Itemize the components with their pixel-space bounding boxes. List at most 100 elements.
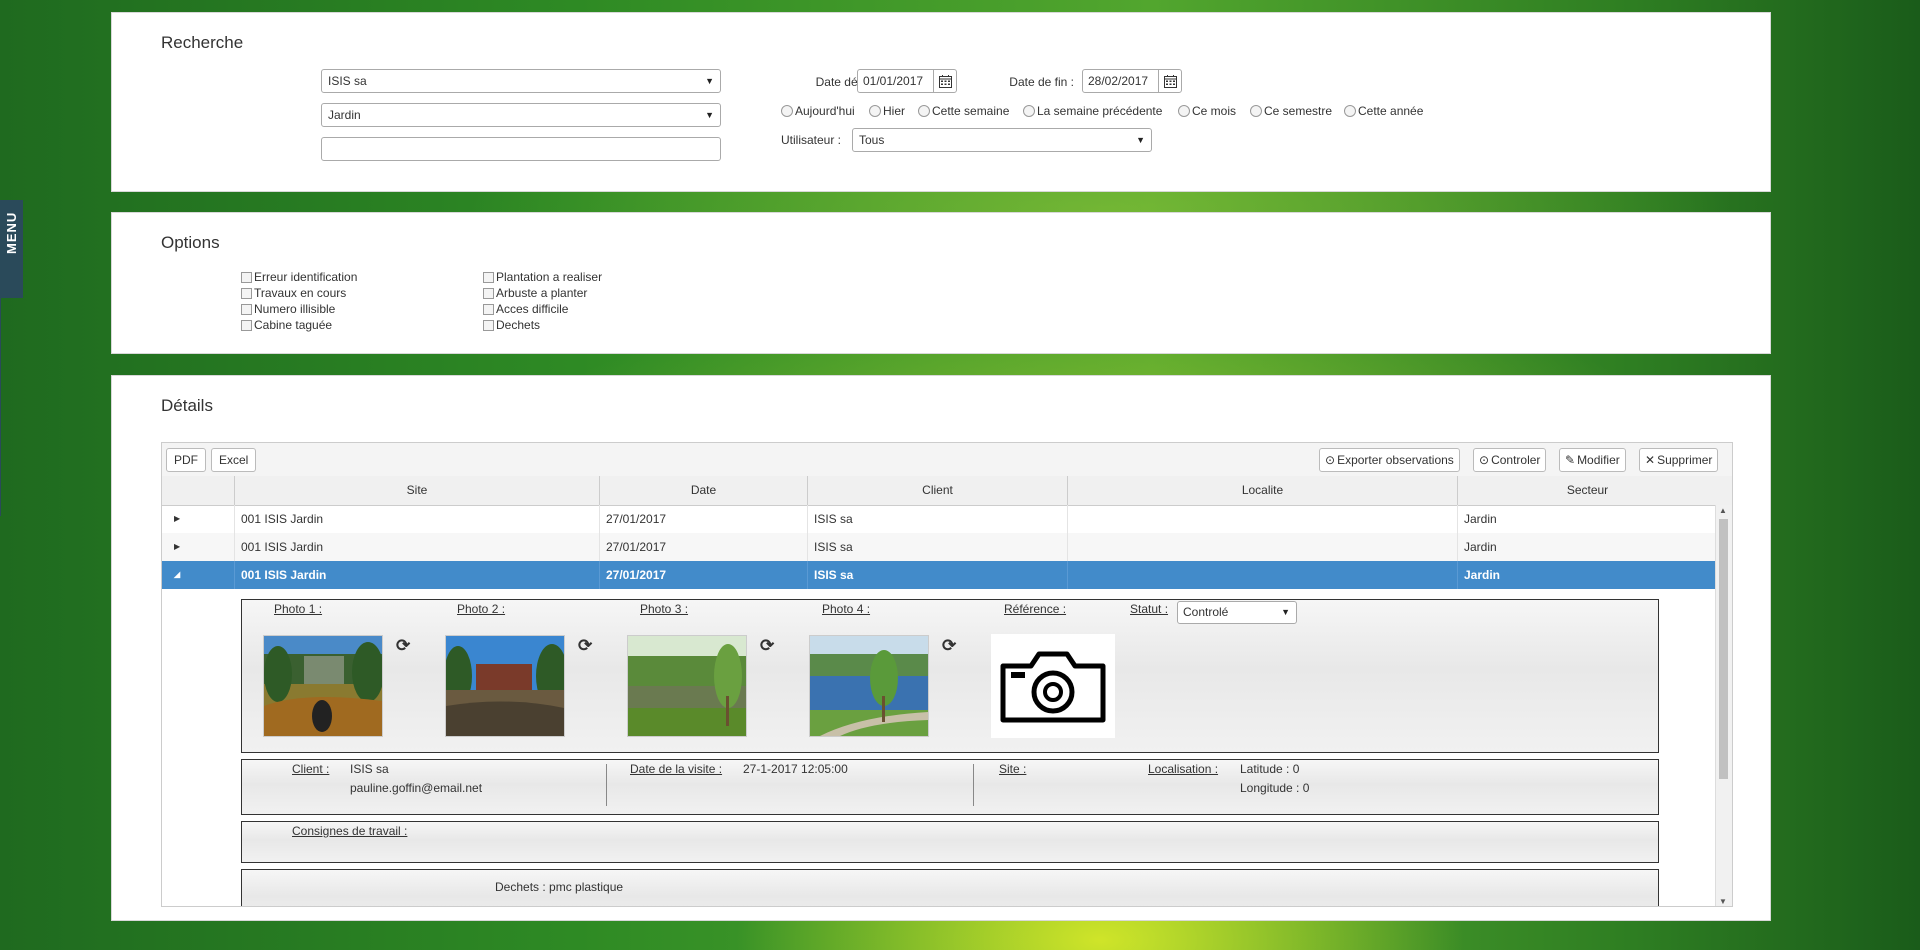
checkbox[interactable] [241, 271, 252, 283]
radio-button[interactable] [869, 105, 881, 117]
option-dechets[interactable]: Dechets [483, 318, 540, 332]
cell-site: 001 ISIS Jardin [234, 533, 599, 561]
period-yesterday[interactable]: Hier [869, 104, 905, 118]
caret-down-icon: ▼ [705, 76, 714, 86]
check-circle-icon: ⊙ [1325, 453, 1336, 467]
secteur-select-value: Jardin [328, 108, 361, 122]
period-previous-week[interactable]: La semaine précédente [1023, 104, 1162, 118]
recherche-title: Recherche [161, 33, 244, 52]
column-date[interactable]: Date [599, 476, 807, 505]
calendar-icon[interactable] [1158, 70, 1181, 92]
cell-secteur: Jardin [1457, 561, 1715, 589]
secteur-select[interactable]: Jardin ▼ [321, 103, 721, 127]
table-row[interactable]: ▶ 001 ISIS Jardin 27/01/2017 ISIS sa Jar… [162, 505, 1715, 533]
calendar-icon[interactable] [933, 70, 956, 92]
client-info-label: Client : [292, 762, 330, 776]
consignes-section: Consignes de travail : [241, 821, 1659, 863]
caret-down-icon: ▼ [1136, 135, 1145, 145]
pdf-button[interactable]: PDF [166, 448, 206, 472]
dechets-section: Dechets : pmc plastique [241, 869, 1659, 906]
checkbox[interactable] [241, 319, 252, 331]
menu-edge [0, 298, 1, 516]
date-debut-field[interactable]: 01/01/2017 [857, 69, 957, 93]
photo2-thumbnail[interactable] [445, 635, 565, 737]
option-cabine-taguee[interactable]: Cabine taguée [241, 318, 332, 332]
date-fin-field[interactable]: 28/02/2017 [1082, 69, 1182, 93]
info-divider [606, 764, 607, 806]
grid-toolbar: PDF Excel ⊙ Exporter observations ⊙ Contro… [162, 443, 1732, 477]
option-numero-illisible[interactable]: Numero illisible [241, 302, 335, 316]
checkbox[interactable] [483, 319, 494, 331]
controler-button[interactable]: ⊙ Controler [1473, 448, 1547, 472]
statut-select[interactable]: Controlé ▼ [1177, 601, 1297, 624]
cell-client: ISIS sa [807, 505, 1067, 533]
option-acces-difficile[interactable]: Acces difficile [483, 302, 568, 316]
refresh-icon[interactable]: ⟳ [760, 636, 774, 656]
table-row-selected[interactable]: ◢ 001 ISIS Jardin 27/01/2017 ISIS sa Jar… [162, 561, 1715, 589]
localisation-label: Localisation : [1148, 762, 1219, 776]
period-this-week[interactable]: Cette semaine [918, 104, 1009, 118]
excel-button[interactable]: Excel [211, 448, 257, 472]
refresh-icon[interactable]: ⟳ [942, 636, 956, 656]
radio-button[interactable] [1023, 105, 1035, 117]
period-this-semester[interactable]: Ce semestre [1250, 104, 1332, 118]
expand-arrow-icon[interactable]: ▶ [174, 533, 180, 561]
site-input[interactable] [321, 137, 721, 161]
radio-button[interactable] [781, 105, 793, 117]
photo4-thumbnail[interactable] [809, 635, 929, 737]
option-erreur-identification[interactable]: Erreur identification [241, 270, 357, 284]
details-panel: Détails PDF Excel ⊙ Exporter observations… [111, 375, 1771, 921]
scrollbar-thumb[interactable] [1719, 519, 1728, 779]
grid-scrollbar[interactable]: ▲ ▼ [1715, 505, 1732, 906]
column-localite[interactable]: Localite [1067, 476, 1457, 505]
supprimer-button[interactable]: ✕ Supprimer [1639, 448, 1719, 472]
consignes-label: Consignes de travail : [292, 824, 408, 838]
cell-site: 001 ISIS Jardin [234, 505, 599, 533]
scroll-up-icon[interactable]: ▲ [1719, 506, 1727, 515]
period-this-month[interactable]: Ce mois [1178, 104, 1236, 118]
period-this-year[interactable]: Cette année [1344, 104, 1423, 118]
option-plantation-a-realiser[interactable]: Plantation a realiser [483, 270, 602, 284]
site-info-label: Site : [999, 762, 1027, 776]
close-icon: ✕ [1645, 453, 1656, 467]
reference-photo[interactable] [991, 634, 1115, 738]
column-secteur[interactable]: Secteur [1457, 476, 1717, 505]
checkbox[interactable] [483, 287, 494, 299]
option-arbuste-a-planter[interactable]: Arbuste a planter [483, 286, 587, 300]
camera-icon [1000, 651, 1106, 723]
cell-localite [1067, 533, 1457, 561]
column-client[interactable]: Client [807, 476, 1067, 505]
photo3-thumbnail[interactable] [627, 635, 747, 737]
collapse-arrow-icon[interactable]: ◢ [174, 561, 180, 589]
client-info-email: pauline.goffin@email.net [350, 781, 483, 795]
checkbox[interactable] [241, 303, 252, 315]
scroll-down-icon[interactable]: ▼ [1719, 897, 1727, 906]
expand-arrow-icon[interactable]: ▶ [174, 505, 180, 533]
refresh-icon[interactable]: ⟳ [396, 636, 410, 656]
cell-client: ISIS sa [807, 561, 1067, 589]
date-visite-label: Date de la visite : [630, 762, 723, 776]
checkbox[interactable] [483, 271, 494, 283]
utilisateur-select[interactable]: Tous ▼ [852, 128, 1152, 152]
info-section: Client : ISIS sa pauline.goffin@email.ne… [241, 759, 1659, 815]
modifier-button[interactable]: ✎ Modifier [1559, 448, 1626, 472]
column-site[interactable]: Site [234, 476, 599, 505]
checkbox[interactable] [483, 303, 494, 315]
refresh-icon[interactable]: ⟳ [578, 636, 592, 656]
radio-button[interactable] [1344, 105, 1356, 117]
photo1-thumbnail[interactable] [263, 635, 383, 737]
edit-icon: ✎ [1565, 453, 1576, 467]
option-travaux-en-cours[interactable]: Travaux en cours [241, 286, 346, 300]
grid-header: Site Date Client Localite Secteur [162, 476, 1732, 506]
photo1-label: Photo 1 : [274, 602, 323, 616]
radio-button[interactable] [918, 105, 930, 117]
exporter-observations-button[interactable]: ⊙ Exporter observations [1319, 448, 1460, 472]
menu-tab[interactable]: MENU [0, 200, 23, 298]
longitude-value: Longitude : 0 [1240, 781, 1310, 795]
client-select[interactable]: ISIS sa ▼ [321, 69, 721, 93]
checkbox[interactable] [241, 287, 252, 299]
radio-button[interactable] [1178, 105, 1190, 117]
period-today[interactable]: Aujourd'hui [781, 104, 855, 118]
table-row[interactable]: ▶ 001 ISIS Jardin 27/01/2017 ISIS sa Jar… [162, 533, 1715, 561]
radio-button[interactable] [1250, 105, 1262, 117]
